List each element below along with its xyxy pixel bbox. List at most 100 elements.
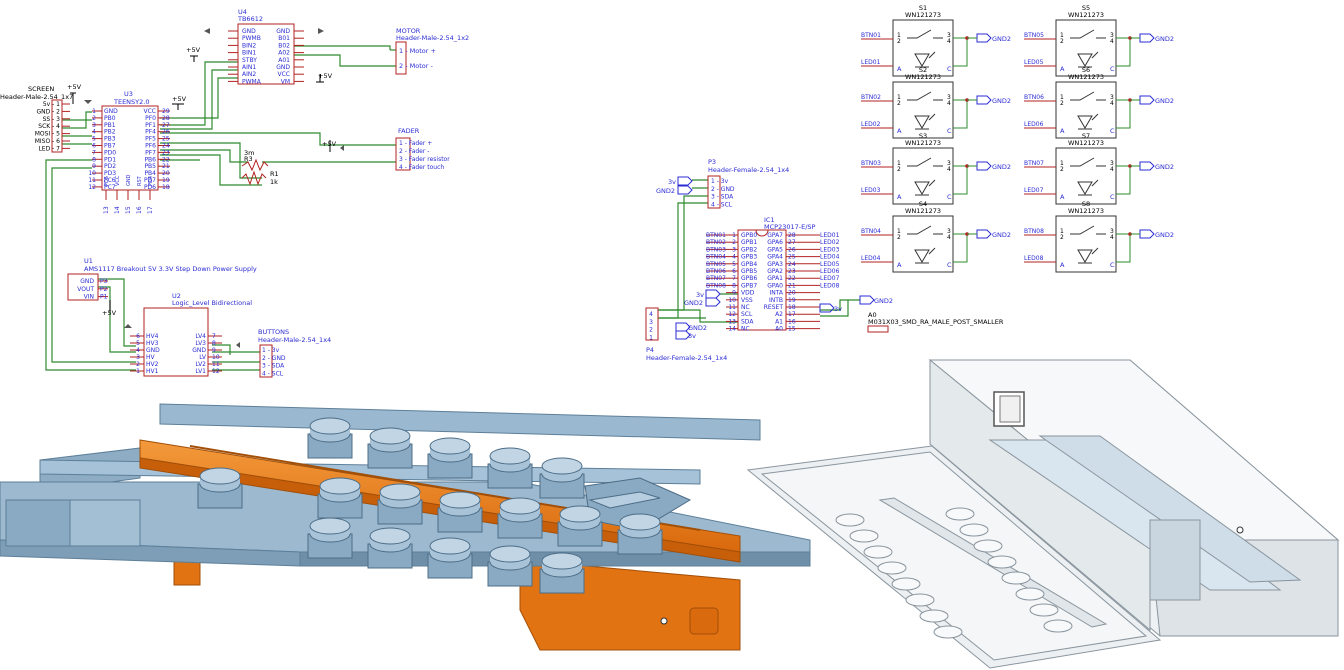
u4-value: TB6612 xyxy=(237,15,263,23)
ic1-right-pin-3: GPA4 xyxy=(767,254,783,261)
u3-bottom-num-4: 17 xyxy=(147,206,154,214)
cad-button-14 xyxy=(427,537,473,579)
switch-s7: S7WN1212731234A CBTN07LED07GND2 xyxy=(1024,132,1174,205)
buttons-name: BUTTONS xyxy=(258,328,289,336)
switch-pin2-1: 2 xyxy=(897,100,901,107)
u4-right-pin-3: A02 xyxy=(278,50,290,57)
u4-left-pin-3: BIN1 xyxy=(242,50,256,57)
ic1-right-num-5: 23 xyxy=(788,268,796,275)
switch-gnd2-5: GND2 xyxy=(1155,97,1174,105)
switch-pin-c-0: C xyxy=(947,65,952,73)
cad-button-6 xyxy=(317,477,363,519)
u4-right-pin-2: B02 xyxy=(278,42,290,49)
wires-left xyxy=(45,45,398,371)
switch-btn-net-1: BTN02 xyxy=(861,94,881,101)
switch-pin2-2: 2 xyxy=(897,166,901,173)
cad-button-7 xyxy=(377,483,423,525)
p3-pin-0: 1 - 3v xyxy=(711,178,729,185)
cad-button-3 xyxy=(487,447,533,489)
switch-value-7: WN121273 xyxy=(1068,207,1104,215)
u1-num-2: P1 xyxy=(100,294,108,301)
ic1-left-pin-13: NC xyxy=(741,326,750,333)
screen-pin-3: SCK - 4 xyxy=(38,123,60,130)
u3-bottom-pin-4: PD4 xyxy=(148,176,154,186)
switch-pin4-2: 4 xyxy=(947,166,951,173)
buttons-pin-0: 1 - 3v xyxy=(262,347,280,354)
u2-left-pin-4: HV2 xyxy=(146,361,159,368)
ic1-left-pin-3: GPB3 xyxy=(741,254,757,261)
u2-left-num-4: 2 xyxy=(136,361,140,368)
switch-led-net-4: LED05 xyxy=(1024,59,1044,66)
u4-left-pin-5: AIN1 xyxy=(242,64,256,71)
switch-btn-net-2: BTN03 xyxy=(861,160,881,167)
u2-left-num-3: 3 xyxy=(136,354,140,361)
enclosure-hole-0-4 xyxy=(891,577,921,591)
motor-pin-2: 2 - Motor - xyxy=(399,62,433,70)
switch-pin4-4: 4 xyxy=(1110,38,1114,45)
u2-right-pin-0: LV4 xyxy=(195,333,206,340)
p3-pin-3: 4 - SCL xyxy=(711,201,733,208)
enclosure-render xyxy=(746,358,1340,669)
p3-power-flags xyxy=(677,176,693,195)
switch-s5: S5WN1212731234A CBTN05LED05GND2 xyxy=(1024,4,1174,77)
switch-btn-net-6: BTN07 xyxy=(1024,160,1044,167)
switch-s6: S6WN1212731234A CBTN06LED06GND2 xyxy=(1024,66,1174,139)
cad-button-5 xyxy=(197,467,243,509)
ic1-left-num-10: 11 xyxy=(728,304,736,311)
ic1-left-pin-2: GPB2 xyxy=(741,246,757,253)
ic1-left-pin-1: GPB1 xyxy=(741,239,757,246)
switch-pin-c-5: C xyxy=(1110,127,1115,135)
u2-right-num-4: 11 xyxy=(212,361,220,368)
u4-left-pin-4: STBY xyxy=(242,57,257,64)
switch-btn-net-4: BTN05 xyxy=(1024,32,1044,39)
screen-pin-4: MOSI - 5 xyxy=(35,131,60,138)
ic1-right-pin-2: GPA5 xyxy=(767,246,783,253)
switch-s4: S4WN1212731234A CBTN04LED04GND2 xyxy=(861,200,1011,273)
ic1-right-pin-4: GPA3 xyxy=(767,261,783,268)
ic1-left-num-4: 5 xyxy=(732,261,736,268)
cad-button-16 xyxy=(539,552,585,594)
u4-driver-chip: U4 TB6612 GNDPWMBBIN2BIN1STBYAIN1AIN2PWM… xyxy=(228,8,304,85)
p3-pin-1: 2 - GND xyxy=(711,186,735,193)
u1-5v-label: +5V xyxy=(102,309,117,317)
u2-right-pin-4: LV2 xyxy=(195,361,206,368)
p3-3v-flag: 3v xyxy=(668,178,676,186)
switch-pin4-0: 4 xyxy=(947,38,951,45)
p4-3v-flag: 3v xyxy=(688,332,696,340)
switch-gnd2-0: GND2 xyxy=(992,35,1011,43)
reset-3v-flag: 3v xyxy=(834,305,842,313)
ic1-btn-net-4: BTN05 xyxy=(706,261,726,268)
u2-right-pin-3: LV xyxy=(199,354,207,361)
switch-pin2-7: 2 xyxy=(1060,234,1064,241)
switch-value-4: WN121273 xyxy=(1068,11,1104,19)
screen-pins: 5v - 1GND - 2SS - 3SCK - 4MOSI - 5MISO -… xyxy=(35,101,70,152)
ic1-left-pin-10: NC xyxy=(741,304,750,311)
a0-value: M031X03_SMD_RA_MALE_POST_SMALLER xyxy=(868,318,1004,326)
u2-left-pin-3: HV xyxy=(146,354,156,361)
switch-gnd2-3: GND2 xyxy=(992,231,1011,239)
u4-5v-label: +5V xyxy=(186,46,201,54)
switch-btn-net-0: BTN01 xyxy=(861,32,881,39)
u1-pin-1: VOUT xyxy=(77,286,94,293)
enclosure-hole-0-5 xyxy=(905,593,935,607)
enclosure-hole-1-7 xyxy=(1043,619,1073,633)
cad-button-2 xyxy=(427,437,473,479)
switch-pin2-6: 2 xyxy=(1060,166,1064,173)
enclosure-hole-0-1 xyxy=(849,529,879,543)
ic1-right-pin-13: A0 xyxy=(775,326,783,333)
u4-left-pin-0: GND xyxy=(242,28,256,35)
switch-gnd2-7: GND2 xyxy=(1155,231,1174,239)
u2-right-pin-1: LV3 xyxy=(195,340,206,347)
u1-regulator: U1 AMS1117 Breakout 5V 3.3V Step Down Po… xyxy=(67,257,257,301)
switch-pin4-7: 4 xyxy=(1110,234,1114,241)
switch-btn-net-7: BTN08 xyxy=(1024,228,1044,235)
resistors: 3m R3 R1 1k xyxy=(241,149,279,186)
switch-grid: S1WN1212731234A CBTN01LED01GND2S2WN121273… xyxy=(861,4,1174,273)
ic1-right-pin-10: RESET xyxy=(764,304,784,311)
ic1-left-pin-8: VDD xyxy=(741,290,755,297)
fader-pin-1: 2 - Fader - xyxy=(399,148,429,155)
p4-num-1: 3 xyxy=(649,319,653,326)
u3-bottom-num-2: 15 xyxy=(125,206,132,214)
switch-pin-c-1: C xyxy=(947,127,952,135)
fader-board-render xyxy=(0,403,811,651)
